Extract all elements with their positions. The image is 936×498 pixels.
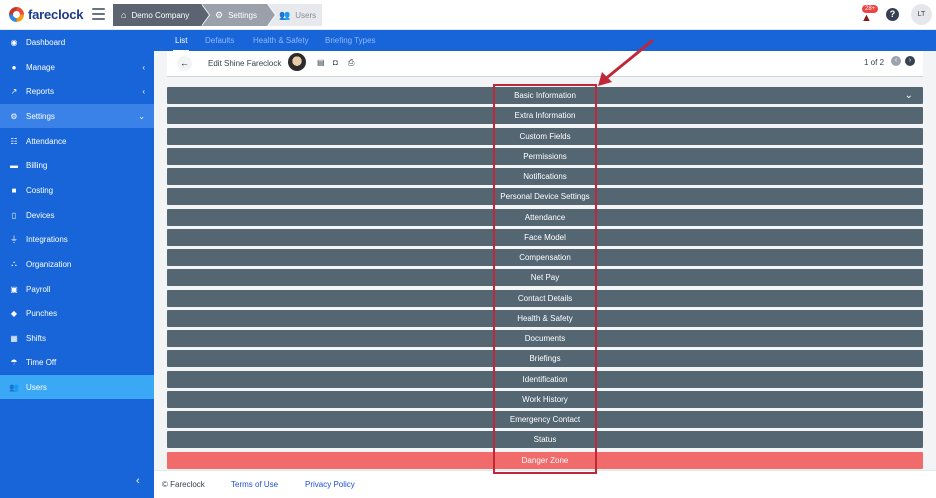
- footer: © Fareclock Terms of Use Privacy Policy: [154, 470, 936, 498]
- sidebar-item-time-off[interactable]: ☂ Time Off: [0, 350, 154, 374]
- billing-icon: ▬: [10, 160, 18, 170]
- user-icon: ●: [11, 62, 17, 72]
- gear-icon: ⚙: [215, 9, 224, 20]
- user-avatar[interactable]: LT: [911, 4, 932, 25]
- help-icon[interactable]: ?: [886, 8, 899, 21]
- sidebar-item-settings[interactable]: ⚙ Settings ⌄: [0, 104, 154, 128]
- breadcrumb-settings[interactable]: ⚙ Settings: [201, 4, 276, 26]
- terms-of-use-link[interactable]: Terms of Use: [231, 480, 278, 489]
- dashboard-icon: ◉: [10, 37, 18, 47]
- sidebar-item-shifts[interactable]: ▦ Shifts: [0, 326, 154, 350]
- menu-icon[interactable]: [92, 8, 105, 20]
- sidebar-item-payroll[interactable]: ▣ Payroll: [0, 277, 154, 301]
- device-icon: ▯: [11, 210, 17, 220]
- previous-page-icon[interactable]: ‹: [891, 56, 901, 66]
- chevron-left-icon: ‹: [142, 86, 145, 96]
- sidebar-item-reports[interactable]: ↗ Reports ‹: [0, 79, 154, 103]
- sidebar-item-manage[interactable]: ● Manage ‹: [0, 55, 154, 79]
- print-icon[interactable]: ⎙: [348, 56, 354, 70]
- sidebar: ◉ Dashboard ● Manage ‹ ↗ Reports ‹ ⚙ Setting…: [0, 30, 154, 498]
- user-photo: [288, 53, 306, 71]
- sidebar-item-organization[interactable]: ⛬ Organization: [0, 252, 154, 276]
- copyright: © Fareclock: [162, 480, 205, 489]
- highlight-box: [493, 84, 597, 474]
- sidebar-item-attendance[interactable]: ☷ Attendance: [0, 129, 154, 153]
- page-title: Edit Shine Fareclock: [208, 59, 282, 68]
- sidebar-item-punches[interactable]: ◆ Punches: [0, 301, 154, 325]
- notification-badge: 28+: [862, 5, 879, 13]
- breadcrumb-demo-company[interactable]: ⌂ Demo Company: [113, 4, 210, 26]
- money-icon: ▣: [10, 284, 18, 294]
- tab-health-safety[interactable]: Health & Safety: [253, 36, 309, 45]
- annotation-arrow-icon: [598, 39, 654, 86]
- tab-list[interactable]: List: [172, 36, 190, 52]
- notifications-button[interactable]: ▲ 28+: [861, 5, 879, 24]
- chart-icon: ↗: [10, 86, 18, 96]
- umbrella-icon: ☂: [10, 357, 18, 367]
- sidebar-item-users[interactable]: 👥 Users: [0, 375, 154, 399]
- tab-defaults[interactable]: Defaults: [205, 36, 234, 45]
- folder-icon: ■: [11, 185, 17, 195]
- sidebar-item-dashboard[interactable]: ◉ Dashboard: [0, 30, 154, 54]
- back-arrow-icon[interactable]: ←: [177, 56, 192, 71]
- users-icon: 👥: [9, 382, 19, 392]
- tab-briefing-types[interactable]: Briefing Types: [325, 36, 376, 45]
- users-icon: 👥: [279, 9, 291, 20]
- gear-icon: ⚙: [10, 111, 18, 121]
- pager-text: 1 of 2: [864, 58, 885, 67]
- id-card-icon[interactable]: ▤: [317, 56, 325, 70]
- logo-icon: [9, 7, 24, 22]
- next-page-icon[interactable]: ›: [905, 56, 915, 66]
- sidebar-item-devices[interactable]: ▯ Devices: [0, 203, 154, 227]
- fareclock-logo[interactable]: fareclock: [9, 7, 83, 22]
- breadcrumb: ⌂ Demo Company ⚙ Settings 👥 Users: [113, 4, 322, 26]
- tab-bar: List Defaults Health & Safety Briefing T…: [154, 30, 936, 52]
- edit-user-header: ← Edit Shine Fareclock ▤ ◘ ⎙ 1 of 2 ‹ ›: [167, 51, 923, 77]
- bell-icon: ▲: [861, 12, 872, 24]
- sidebar-item-costing[interactable]: ■ Costing: [0, 178, 154, 202]
- chevron-left-icon: ‹: [142, 62, 145, 72]
- home-icon: ⌂: [121, 10, 127, 20]
- plug-icon: ⏚: [10, 234, 18, 244]
- app-name: fareclock: [28, 7, 84, 22]
- top-bar: fareclock ⌂ Demo Company ⚙ Settings 👥 Us…: [0, 0, 936, 30]
- camera-icon[interactable]: ◘: [333, 56, 338, 70]
- org-icon: ⛬: [11, 259, 17, 268]
- expand-all-icon[interactable]: ⌄: [905, 87, 913, 104]
- chevron-down-icon: ⌄: [138, 111, 145, 121]
- punch-icon: ◆: [10, 308, 18, 318]
- list-icon: ☷: [10, 136, 18, 146]
- calendar-icon: ▦: [10, 333, 18, 343]
- sidebar-item-integrations[interactable]: ⏚ Integrations: [0, 227, 154, 251]
- privacy-policy-link[interactable]: Privacy Policy: [305, 480, 355, 489]
- collapse-sidebar-icon[interactable]: ‹: [136, 475, 140, 487]
- sidebar-item-billing[interactable]: ▬ Billing: [0, 153, 154, 177]
